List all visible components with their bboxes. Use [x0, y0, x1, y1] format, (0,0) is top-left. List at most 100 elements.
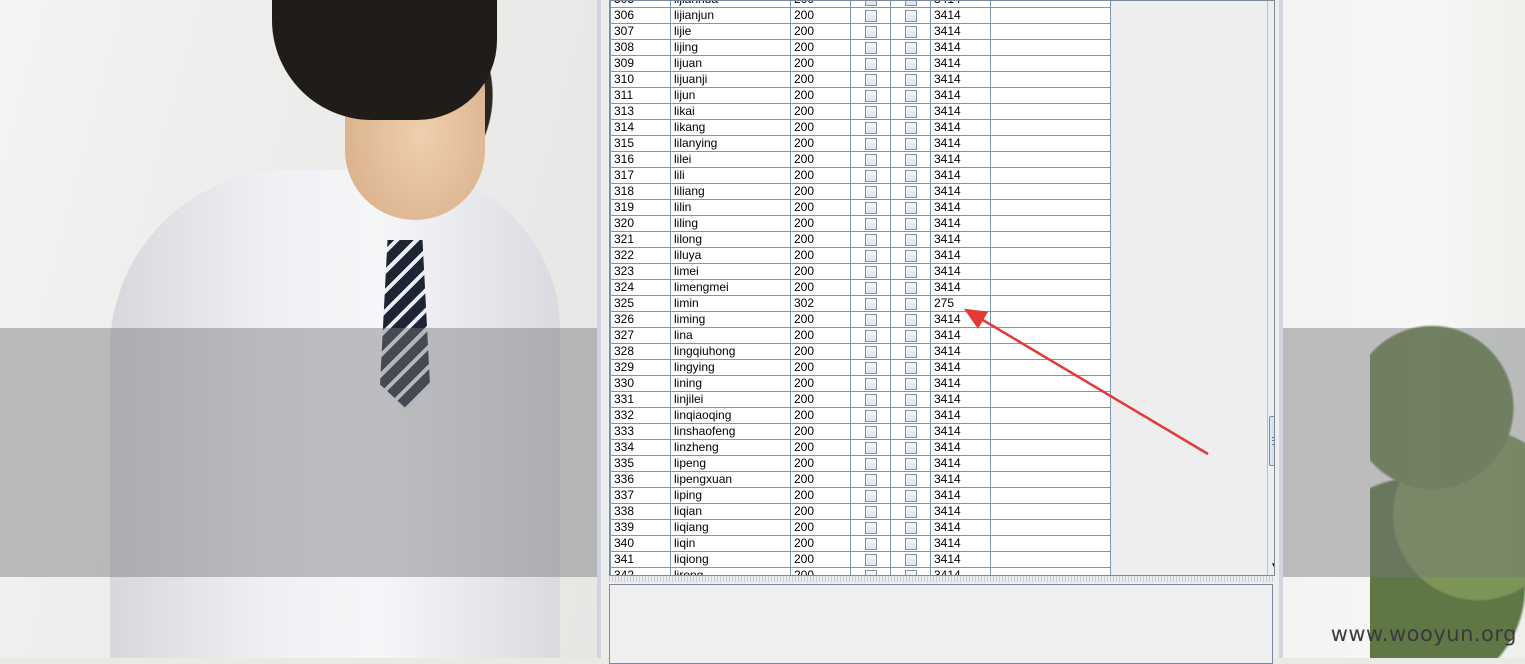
- error-checkbox[interactable]: [864, 554, 877, 566]
- timeout-checkbox[interactable]: [904, 410, 917, 422]
- error-checkbox[interactable]: [864, 122, 877, 134]
- timeout-checkbox[interactable]: [904, 314, 917, 326]
- table-row[interactable]: 322 liluya 200 3414: [610, 247, 1111, 264]
- error-checkbox[interactable]: [864, 474, 877, 486]
- table-row[interactable]: 326 liming 200 3414: [610, 311, 1111, 328]
- timeout-checkbox[interactable]: [904, 506, 917, 518]
- table-row[interactable]: 305lijianhua200 3414: [610, 1, 1111, 8]
- timeout-checkbox[interactable]: [904, 138, 917, 150]
- vertical-scrollbar[interactable]: ▼: [1267, 1, 1274, 575]
- timeout-checkbox[interactable]: [904, 250, 917, 262]
- error-checkbox[interactable]: [864, 282, 877, 294]
- error-checkbox[interactable]: [864, 186, 877, 198]
- error-checkbox[interactable]: [864, 522, 877, 534]
- table-row[interactable]: 308 lijing 200 3414: [610, 39, 1111, 56]
- timeout-checkbox[interactable]: [904, 26, 917, 38]
- error-checkbox[interactable]: [864, 394, 877, 406]
- error-checkbox[interactable]: [864, 410, 877, 422]
- timeout-checkbox[interactable]: [904, 10, 917, 22]
- table-row[interactable]: 339 liqiang 200 3414: [610, 519, 1111, 536]
- timeout-checkbox[interactable]: [904, 458, 917, 470]
- timeout-checkbox[interactable]: [904, 282, 917, 294]
- error-checkbox[interactable]: [864, 330, 877, 342]
- timeout-checkbox[interactable]: [904, 522, 917, 534]
- error-checkbox[interactable]: [864, 154, 877, 166]
- error-checkbox[interactable]: [864, 346, 877, 358]
- error-checkbox[interactable]: [864, 314, 877, 326]
- error-checkbox[interactable]: [864, 74, 877, 86]
- table-row[interactable]: 332 linqiaoqing 200 3414: [610, 407, 1111, 424]
- timeout-checkbox[interactable]: [904, 90, 917, 102]
- timeout-checkbox[interactable]: [904, 378, 917, 390]
- table-row[interactable]: 310 lijuanji 200 3414: [610, 71, 1111, 88]
- error-checkbox[interactable]: [864, 26, 877, 38]
- error-checkbox[interactable]: [864, 442, 877, 454]
- timeout-checkbox[interactable]: [904, 122, 917, 134]
- table-row[interactable]: 321 lilong 200 3414: [610, 231, 1111, 248]
- error-checkbox[interactable]: [864, 538, 877, 550]
- timeout-checkbox[interactable]: [904, 490, 917, 502]
- timeout-checkbox[interactable]: [904, 1, 917, 6]
- table-row[interactable]: 314 likang 200 3414: [610, 119, 1111, 136]
- error-checkbox[interactable]: [864, 42, 877, 54]
- timeout-checkbox[interactable]: [904, 186, 917, 198]
- table-row[interactable]: 309 lijuan 200 3414: [610, 55, 1111, 72]
- timeout-checkbox[interactable]: [904, 170, 917, 182]
- table-row[interactable]: 313 likai 200 3414: [610, 103, 1111, 120]
- table-row[interactable]: 329 lingying 200 3414: [610, 359, 1111, 376]
- timeout-checkbox[interactable]: [904, 154, 917, 166]
- timeout-checkbox[interactable]: [904, 442, 917, 454]
- table-row[interactable]: 319 lilin 200 3414: [610, 199, 1111, 216]
- timeout-checkbox[interactable]: [904, 330, 917, 342]
- timeout-checkbox[interactable]: [904, 394, 917, 406]
- error-checkbox[interactable]: [864, 298, 877, 310]
- split-pane-divider[interactable]: [609, 576, 1273, 582]
- table-row[interactable]: 318 liliang 200 3414: [610, 183, 1111, 200]
- table-row[interactable]: 317 lili 200 3414: [610, 167, 1111, 184]
- error-checkbox[interactable]: [864, 58, 877, 70]
- table-row[interactable]: 324 limengmei 200 3414: [610, 279, 1111, 296]
- timeout-checkbox[interactable]: [904, 42, 917, 54]
- timeout-checkbox[interactable]: [904, 298, 917, 310]
- error-checkbox[interactable]: [864, 90, 877, 102]
- error-checkbox[interactable]: [864, 202, 877, 214]
- timeout-checkbox[interactable]: [904, 218, 917, 230]
- table-row[interactable]: 341 liqiong 200 3414: [610, 551, 1111, 568]
- table-row[interactable]: 336 lipengxuan 200 3414: [610, 471, 1111, 488]
- table-row[interactable]: 315 lilanying 200 3414: [610, 135, 1111, 152]
- table-row[interactable]: 338 liqian 200 3414: [610, 503, 1111, 520]
- table-row[interactable]: 316 lilei 200 3414: [610, 151, 1111, 168]
- error-checkbox[interactable]: [864, 458, 877, 470]
- error-checkbox[interactable]: [864, 426, 877, 438]
- timeout-checkbox[interactable]: [904, 74, 917, 86]
- table-row[interactable]: 330 lining 200 3414: [610, 375, 1111, 392]
- error-checkbox[interactable]: [864, 218, 877, 230]
- table-row[interactable]: 334 linzheng 200 3414: [610, 439, 1111, 456]
- timeout-checkbox[interactable]: [904, 234, 917, 246]
- scroll-down-icon[interactable]: ▼: [1268, 560, 1274, 575]
- table-row[interactable]: 320 liling 200 3414: [610, 215, 1111, 232]
- error-checkbox[interactable]: [864, 234, 877, 246]
- table-row[interactable]: 342 lirong 200 3414: [610, 567, 1111, 575]
- error-checkbox[interactable]: [864, 106, 877, 118]
- error-checkbox[interactable]: [864, 506, 877, 518]
- table-row[interactable]: 333 linshaofeng 200 3414: [610, 423, 1111, 440]
- timeout-checkbox[interactable]: [904, 362, 917, 374]
- timeout-checkbox[interactable]: [904, 346, 917, 358]
- timeout-checkbox[interactable]: [904, 266, 917, 278]
- table-row[interactable]: 340 liqin 200 3414: [610, 535, 1111, 552]
- table-row[interactable]: 306 lijianjun 200 3414: [610, 7, 1111, 24]
- error-checkbox[interactable]: [864, 170, 877, 182]
- table-row[interactable]: 331 linjilei 200 3414: [610, 391, 1111, 408]
- error-checkbox[interactable]: [864, 490, 877, 502]
- error-checkbox[interactable]: [864, 378, 877, 390]
- timeout-checkbox[interactable]: [904, 474, 917, 486]
- error-checkbox[interactable]: [864, 10, 877, 22]
- timeout-checkbox[interactable]: [904, 106, 917, 118]
- error-checkbox[interactable]: [864, 250, 877, 262]
- timeout-checkbox[interactable]: [904, 58, 917, 70]
- table-row[interactable]: 325 limin 302 275: [610, 295, 1111, 312]
- table-row[interactable]: 323 limei 200 3414: [610, 263, 1111, 280]
- table-row[interactable]: 307 lijie 200 3414: [610, 23, 1111, 40]
- timeout-checkbox[interactable]: [904, 554, 917, 566]
